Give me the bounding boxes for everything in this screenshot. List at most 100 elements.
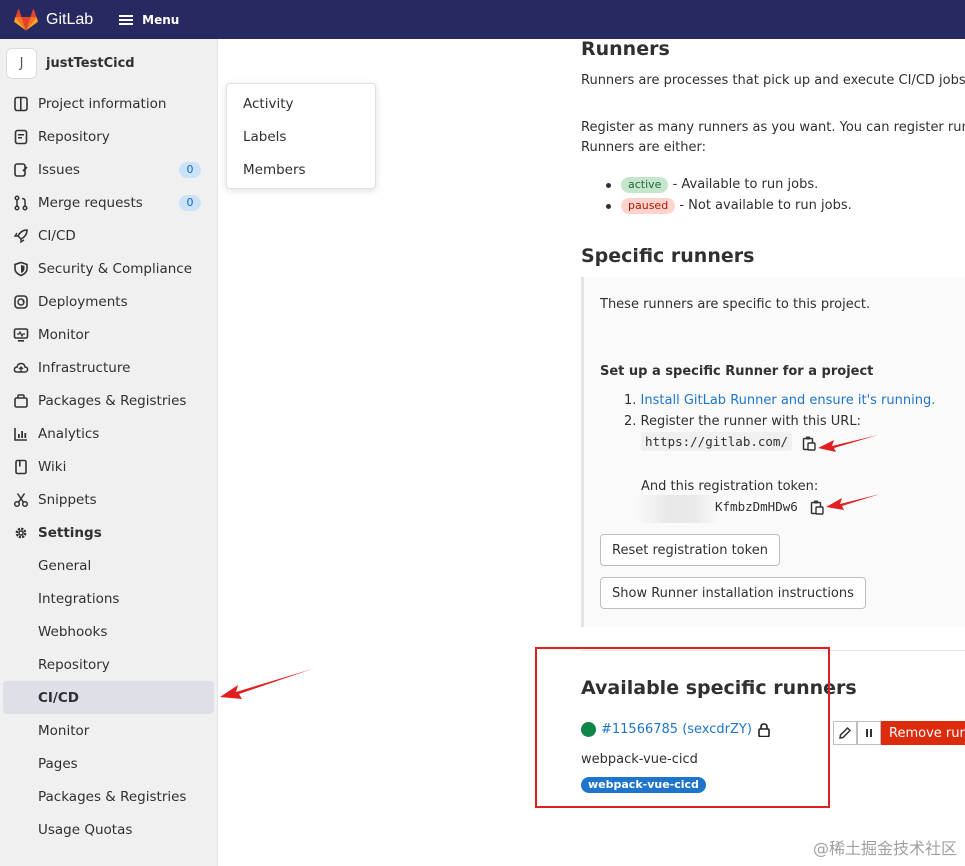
runner-url: https://gitlab.com/ xyxy=(641,432,792,451)
runner-actions: Remove runne xyxy=(833,721,965,745)
annotation-arrow-cicd xyxy=(220,669,312,699)
sidebar-subitem-label: Pages xyxy=(38,755,78,772)
remove-runner-button[interactable]: Remove runne xyxy=(881,721,965,745)
paused-status-pill: paused xyxy=(621,198,676,214)
runners-heading: Runners xyxy=(581,38,670,60)
info-icon xyxy=(12,95,30,113)
chart-icon xyxy=(12,425,30,443)
settings-sub-pages[interactable]: Pages xyxy=(0,747,216,780)
paused-status-line: paused - Not available to run jobs. xyxy=(621,198,852,214)
sidebar-item-merge-requests[interactable]: Merge requests 0 xyxy=(0,186,216,219)
settings-sub-usage-quotas[interactable]: Usage Quotas xyxy=(0,813,216,846)
sidebar-item-monitor[interactable]: Monitor xyxy=(0,318,216,351)
step-1: 1. Install GitLab Runner and ensure it's… xyxy=(624,393,935,408)
sidebar-subitem-label: Repository xyxy=(38,656,110,673)
sidebar-item-ci-cd[interactable]: CI/CD xyxy=(0,219,216,252)
runner-url-line: https://gitlab.com/ xyxy=(641,432,792,451)
sidebar-item-label: Packages & Registries xyxy=(38,392,187,409)
book-icon xyxy=(12,458,30,476)
sidebar-item-repository[interactable]: Repository xyxy=(0,120,216,153)
package-icon xyxy=(12,392,30,410)
copy-token-icon[interactable] xyxy=(810,499,824,515)
token-label: And this registration token: xyxy=(641,479,819,494)
paused-status-desc: - Not available to run jobs. xyxy=(679,198,852,213)
issues-count-badge: 0 xyxy=(179,161,201,178)
gitlab-logo[interactable]: GitLab xyxy=(14,8,94,31)
install-runner-link[interactable]: Install GitLab Runner and ensure it's ru… xyxy=(641,393,936,408)
specific-runners-heading: Specific runners xyxy=(581,245,755,267)
sidebar-item-analytics[interactable]: Analytics xyxy=(0,417,216,450)
menu-button[interactable]: Menu xyxy=(119,13,179,27)
specific-runners-desc: These runners are specific to this proje… xyxy=(600,297,871,312)
shield-icon xyxy=(12,260,30,278)
cloud-icon xyxy=(12,359,30,377)
sidebar-item-label: Snippets xyxy=(38,491,97,508)
step-1-number: 1. xyxy=(624,393,637,408)
merge-icon xyxy=(12,194,30,212)
sidebar-item-security-compliance[interactable]: Security & Compliance xyxy=(0,252,216,285)
pause-runner-button[interactable] xyxy=(857,721,881,745)
bullet xyxy=(606,204,611,209)
runners-register-text: Register as many runners as you want. Yo… xyxy=(581,120,965,135)
doc-icon xyxy=(12,128,30,146)
settings-sub-integrations[interactable]: Integrations xyxy=(0,582,216,615)
edit-runner-button[interactable] xyxy=(833,721,857,745)
sidebar-item-packages-registries[interactable]: Packages & Registries xyxy=(0,384,216,417)
sidebar-item-label: Infrastructure xyxy=(38,359,131,376)
copy-url-icon[interactable] xyxy=(802,435,816,451)
settings-sub-ci-cd[interactable]: CI/CD xyxy=(3,681,214,714)
step-2: 2. Register the runner with this URL: xyxy=(624,414,861,429)
top-bar: GitLab Menu xyxy=(0,0,965,39)
step-2-number: 2. xyxy=(624,414,637,429)
active-status-desc: - Available to run jobs. xyxy=(672,177,819,192)
registration-token: KfmbzDmHDw6 xyxy=(715,499,798,514)
step-2-text: Register the runner with this URL: xyxy=(640,414,861,429)
menu-label: Menu xyxy=(142,12,180,27)
rocket-icon xyxy=(12,227,30,245)
runners-intro: Runners are processes that pick up and e… xyxy=(581,73,965,88)
blurred-token-region xyxy=(636,495,720,523)
specific-runners-panel: These runners are specific to this proje… xyxy=(581,277,965,627)
sidebar-item-label: Wiki xyxy=(38,458,67,475)
sidebar-item-issues[interactable]: Issues 0 xyxy=(0,153,216,186)
sidebar-item-label: CI/CD xyxy=(38,227,76,244)
settings-sub-webhooks[interactable]: Webhooks xyxy=(0,615,216,648)
runners-either-text: Runners are either: xyxy=(581,140,707,155)
pencil-icon xyxy=(839,726,852,739)
gear-icon xyxy=(12,524,30,542)
active-status-line: active - Available to run jobs. xyxy=(621,177,818,193)
sidebar-subitem-label: Monitor xyxy=(38,722,90,739)
sidebar-item-label: Issues xyxy=(38,161,80,178)
sidebar-item-wiki[interactable]: Wiki xyxy=(0,450,216,483)
app-name: GitLab xyxy=(46,10,94,28)
sidebar-item-label: Monitor xyxy=(38,326,90,343)
sidebar-item-label: Settings xyxy=(38,524,102,541)
sidebar-item-label: Security & Compliance xyxy=(38,260,193,277)
sidebar-item-project-information[interactable]: Project information xyxy=(0,87,216,120)
sidebar-subitem-label: Webhooks xyxy=(38,623,108,640)
sidebar-item-label: Project information xyxy=(38,95,167,112)
project-name: justTestCicd xyxy=(46,55,135,71)
sidebar-subitem-label: Usage Quotas xyxy=(38,821,133,838)
setup-title: Set up a specific Runner for a project xyxy=(600,364,874,379)
sidebar-item-settings[interactable]: Settings xyxy=(0,516,216,549)
sidebar-item-infrastructure[interactable]: Infrastructure xyxy=(0,351,216,384)
settings-sub-repository[interactable]: Repository xyxy=(0,648,216,681)
settings-sub-general[interactable]: General xyxy=(0,549,216,582)
project-header[interactable]: J justTestCicd xyxy=(0,39,217,87)
sidebar-item-deployments[interactable]: Deployments xyxy=(0,285,216,318)
sidebar-subitem-label: Integrations xyxy=(38,590,120,607)
project-avatar: J xyxy=(6,47,37,79)
sidebar-item-label: Repository xyxy=(38,128,110,145)
watermark: @稀土掘金技术社区 xyxy=(812,839,957,858)
sidebar-item-snippets[interactable]: Snippets xyxy=(0,483,216,516)
show-runner-instructions-button[interactable]: Show Runner installation instructions xyxy=(600,577,866,609)
issues-icon xyxy=(12,161,30,179)
annotation-highlight-box xyxy=(535,647,830,808)
reset-registration-token-button[interactable]: Reset registration token xyxy=(600,534,780,566)
gitlab-tanuki-icon xyxy=(14,8,38,30)
sidebar-item-label: Merge requests xyxy=(38,194,143,211)
sidebar-item-label: Analytics xyxy=(38,425,100,442)
settings-sub-monitor[interactable]: Monitor xyxy=(0,714,216,747)
settings-sub-packages-registries[interactable]: Packages & Registries xyxy=(0,780,216,813)
